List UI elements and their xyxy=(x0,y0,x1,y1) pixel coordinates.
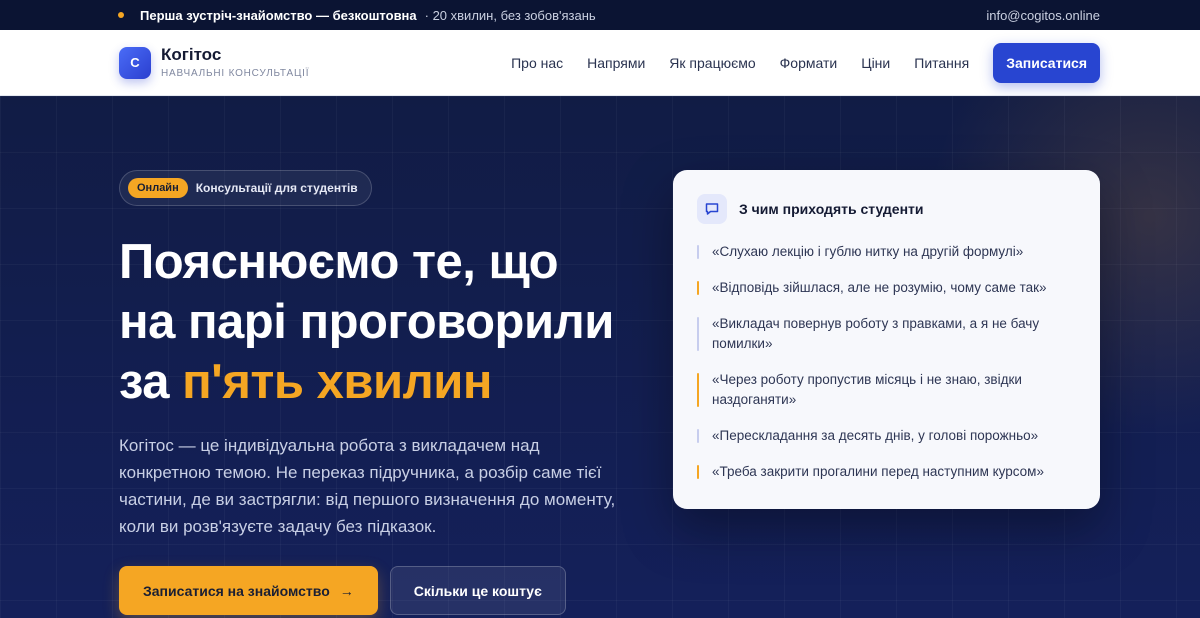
hero-title-accent: п'ять хвилин xyxy=(182,355,492,409)
nav-item-directions[interactable]: Напрями xyxy=(587,55,645,71)
pill-text: Консультації для студентів xyxy=(195,181,358,195)
nav-item-how-we-work[interactable]: Як працюємо xyxy=(669,55,755,71)
hero-pill: Онлайн Консультації для студентів xyxy=(119,170,372,206)
promo-rest: · 20 хвилин, без зобов'язань xyxy=(424,7,596,23)
quote-item: «Слухаю лекцію і гублю нитку на другій ф… xyxy=(697,242,1076,262)
contact-email-link[interactable]: info@cogitos.online xyxy=(986,8,1100,23)
chat-bubble-icon xyxy=(697,194,727,224)
book-intro-label: Записатися на знайомство xyxy=(143,582,330,599)
top-announcement-bar: Перша зустріч-знайомство — безкоштовна ·… xyxy=(0,0,1200,30)
hero-title-line2: на парі проговорили xyxy=(119,295,614,349)
hero-buttons: Записатися на знайомство → Скільки це ко… xyxy=(119,566,639,615)
signup-button[interactable]: Записатися xyxy=(993,42,1100,83)
card-title: З чим приходять студенти xyxy=(739,201,924,217)
promo-dot-icon xyxy=(118,12,124,18)
card-header: З чим приходять студенти xyxy=(697,194,1076,224)
nav-item-about[interactable]: Про нас xyxy=(511,55,563,71)
hero-section: Онлайн Консультації для студентів Поясню… xyxy=(0,96,1200,618)
pricing-button[interactable]: Скільки це коштує xyxy=(389,566,566,615)
hero-title: Пояснюємо те, що на парі проговорили за … xyxy=(119,232,639,412)
nav-item-formats[interactable]: Формати xyxy=(780,55,838,71)
logo-icon: C xyxy=(119,46,151,79)
online-badge: Онлайн xyxy=(128,178,188,198)
quote-item: «Відповідь зійшлася, але не розумію, чом… xyxy=(697,278,1076,298)
promo-strong: Перша зустріч-знайомство — безкоштовна xyxy=(140,7,417,23)
quote-item: «Перескладання за десять днів, у голові … xyxy=(697,426,1076,446)
hero-lead: Когітос — це індивідуальна робота з викл… xyxy=(119,436,616,536)
nav-menu: Про нас Напрями Як працюємо Формати Ціни… xyxy=(511,42,1100,83)
brand-subtitle: НАВЧАЛЬНІ КОНСУЛЬТАЦІЇ xyxy=(161,67,310,79)
quote-item: «Треба закрити прогалини перед наступним… xyxy=(697,462,1076,482)
hero-content: Онлайн Консультації для студентів Поясню… xyxy=(119,170,639,615)
hero-title-line3-prefix: за xyxy=(119,355,183,409)
student-problems-card: З чим приходять студенти «Слухаю лекцію … xyxy=(673,170,1100,509)
hero-title-line1: Пояснюємо те, що xyxy=(119,235,559,289)
brand-name: Когітос xyxy=(161,45,222,65)
quote-item: «Викладач повернув роботу з правками, а … xyxy=(697,314,1076,354)
brand[interactable]: C Когітос НАВЧАЛЬНІ КОНСУЛЬТАЦІЇ xyxy=(119,45,310,79)
promo: Перша зустріч-знайомство — безкоштовна ·… xyxy=(118,8,596,23)
quote-list: «Слухаю лекцію і гублю нитку на другій ф… xyxy=(697,242,1076,482)
nav-item-faq[interactable]: Питання xyxy=(914,55,969,71)
quote-item: «Через роботу пропустив місяць і не знаю… xyxy=(697,370,1076,410)
main-navbar: C Когітос НАВЧАЛЬНІ КОНСУЛЬТАЦІЇ Про нас… xyxy=(0,30,1200,96)
nav-item-prices[interactable]: Ціни xyxy=(861,55,890,71)
arrow-right-icon: → xyxy=(339,582,354,599)
book-intro-button[interactable]: Записатися на знайомство → xyxy=(119,566,378,615)
